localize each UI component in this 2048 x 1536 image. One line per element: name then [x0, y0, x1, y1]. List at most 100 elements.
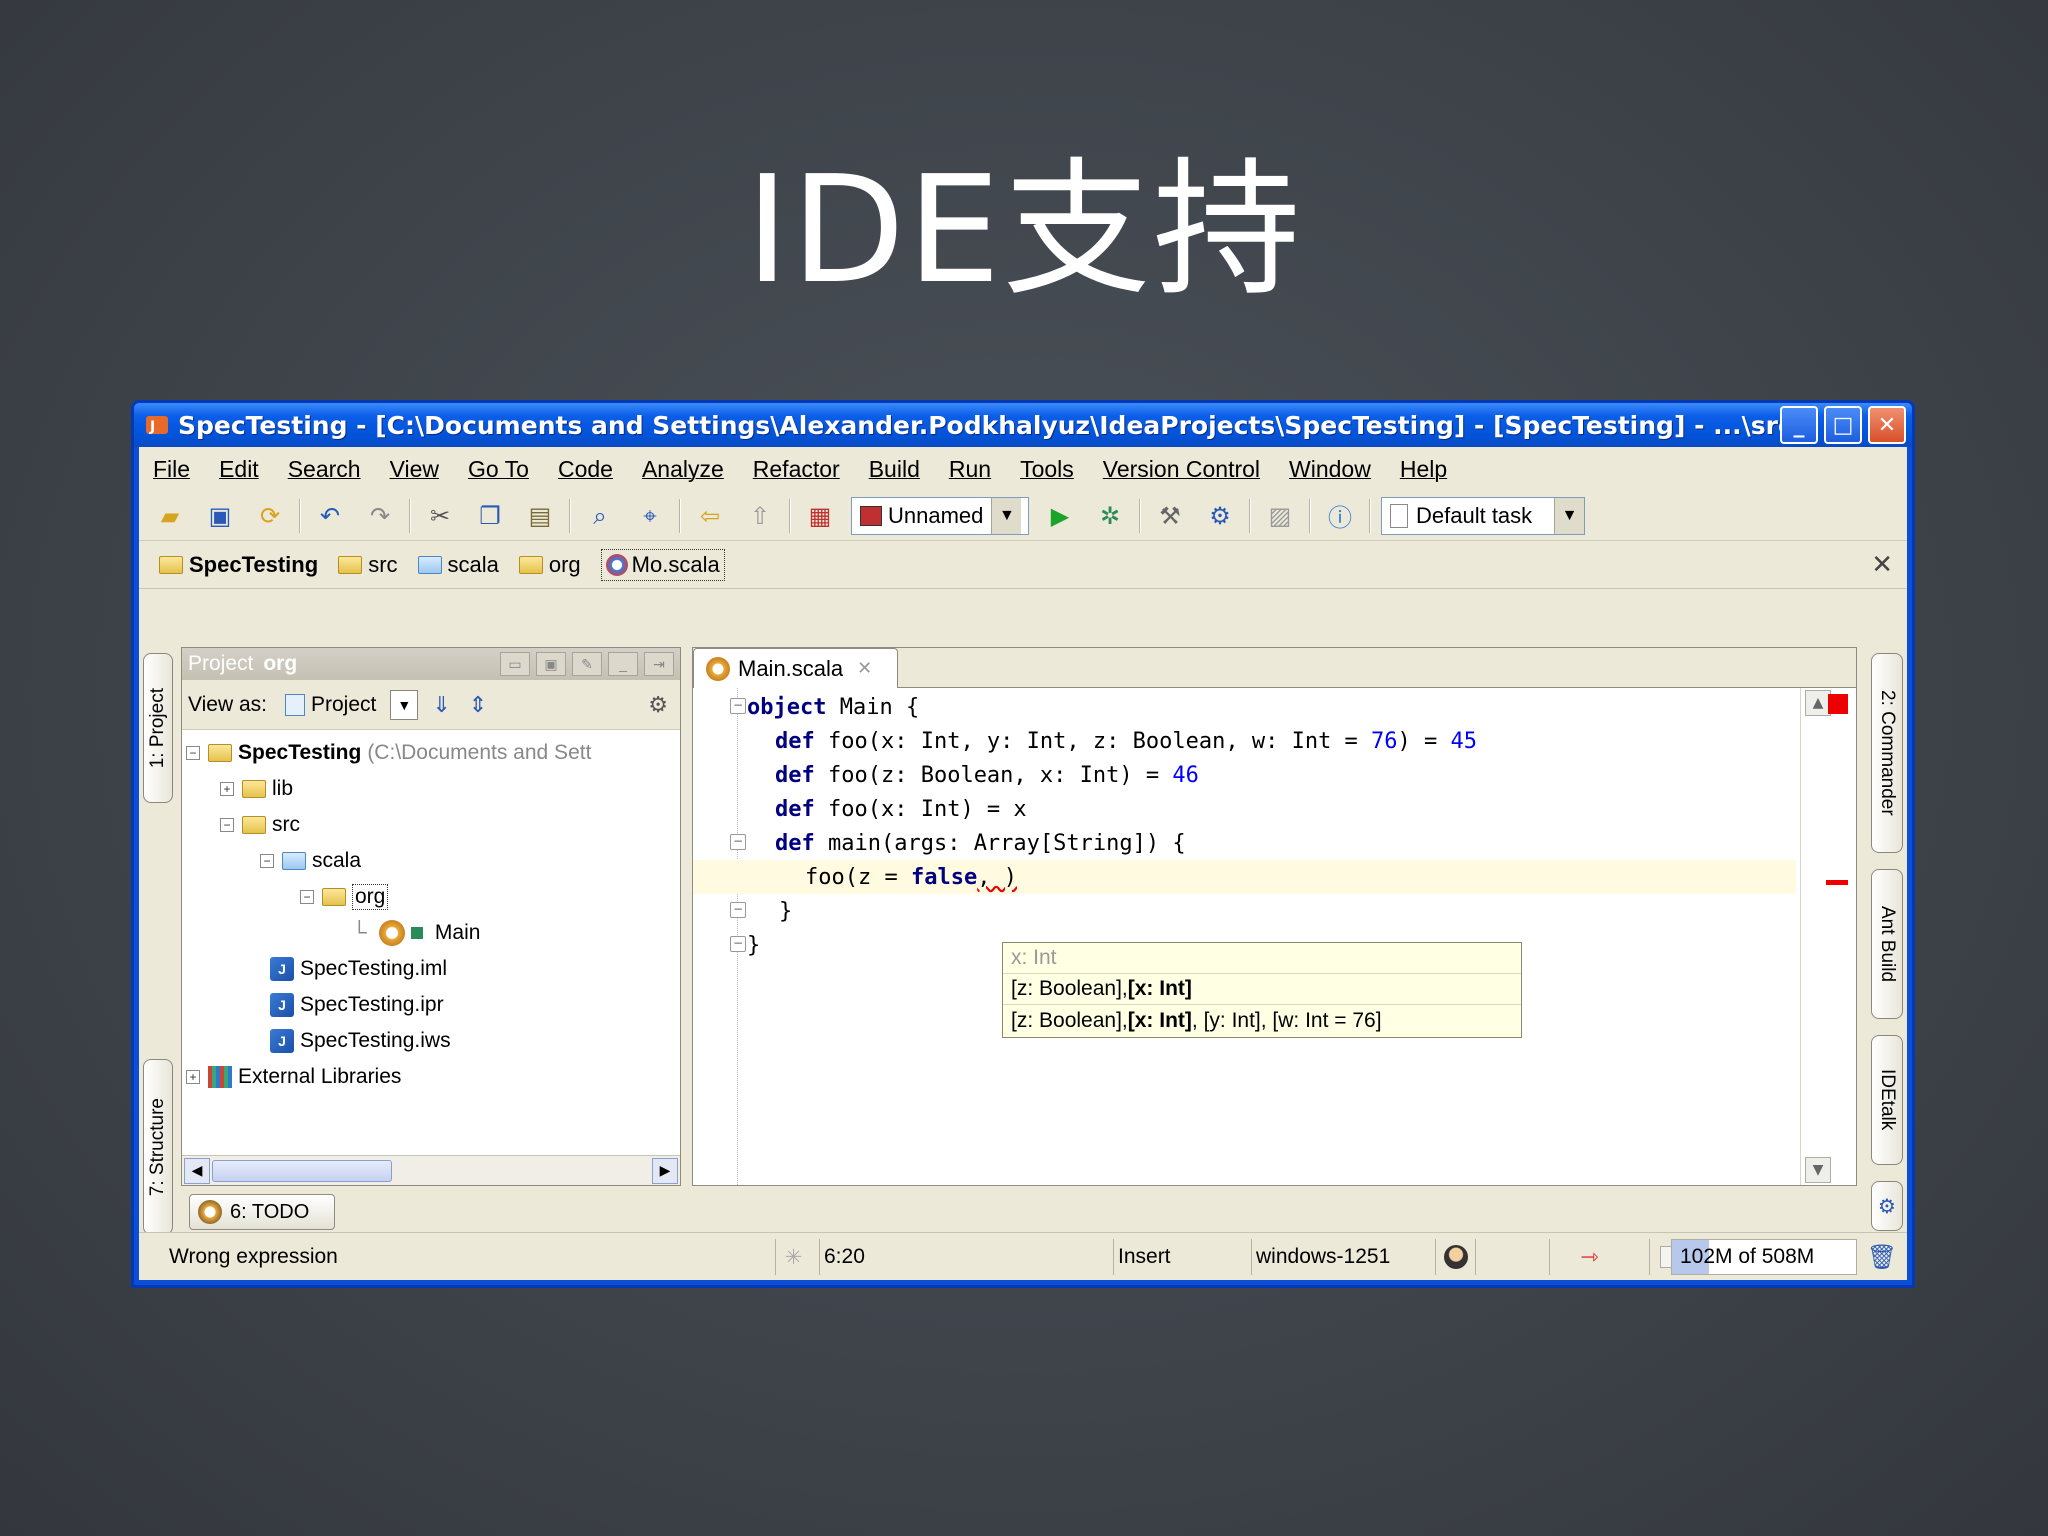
- cut-icon[interactable]: ✂: [423, 499, 457, 533]
- git-arrow-icon[interactable]: ⇾: [1549, 1239, 1625, 1275]
- fold-icon[interactable]: −: [730, 698, 746, 714]
- scroll-left-icon[interactable]: ◀: [184, 1158, 210, 1184]
- tree-item-iml[interactable]: J SpecTesting.iml: [270, 952, 447, 986]
- menu-goto[interactable]: Go To: [468, 456, 529, 483]
- tree-item-external-libraries[interactable]: + External Libraries: [186, 1060, 401, 1094]
- breadcrumb-org[interactable]: org: [518, 552, 581, 578]
- autoscroll-icon[interactable]: ⇓: [432, 692, 450, 718]
- menu-window[interactable]: Window: [1289, 456, 1371, 483]
- menu-code[interactable]: Code: [558, 456, 613, 483]
- gear-icon[interactable]: ⚙: [1871, 1181, 1903, 1231]
- title-bar[interactable]: J SpecTesting - [C:\Documents and Settin…: [134, 403, 1912, 447]
- hide-panel-icon[interactable]: ⇥: [644, 652, 674, 676]
- tree-item-iws[interactable]: J SpecTesting.iws: [270, 1024, 451, 1058]
- expand-icon[interactable]: +: [186, 1070, 200, 1084]
- breadcrumb-file[interactable]: Mo.scala: [600, 548, 725, 581]
- copy-icon[interactable]: ❐: [473, 499, 507, 533]
- save-icon[interactable]: ▣: [203, 499, 237, 533]
- replace-icon[interactable]: ⌖: [633, 499, 667, 533]
- tab-commander[interactable]: 2: Commander: [1871, 653, 1903, 853]
- float-icon[interactable]: ▣: [536, 652, 566, 676]
- close-button[interactable]: ✕: [1868, 406, 1906, 444]
- trash-icon[interactable]: 🗑: [1867, 1241, 1897, 1273]
- undo-icon[interactable]: ↶: [313, 499, 347, 533]
- error-stripe-marker[interactable]: [1826, 880, 1848, 885]
- menu-search[interactable]: Search: [288, 456, 361, 483]
- scroll-down-icon[interactable]: ▼: [1805, 1157, 1831, 1183]
- minimize-panel-icon[interactable]: _: [608, 652, 638, 676]
- tab-ant-build[interactable]: Ant Build: [1871, 869, 1903, 1019]
- close-icon[interactable]: ✕: [1871, 549, 1893, 580]
- code-area[interactable]: − object Main { def foo(x: Int, y: Int, …: [693, 688, 1796, 1185]
- menu-tools[interactable]: Tools: [1020, 456, 1074, 483]
- collapse-icon[interactable]: −: [220, 818, 234, 832]
- run-config-select[interactable]: Unnamed ▼: [851, 496, 1029, 535]
- menu-analyze[interactable]: Analyze: [642, 456, 724, 483]
- tab-structure[interactable]: 7: Structure: [143, 1059, 173, 1235]
- parameter-signature[interactable]: [z: Boolean], [x: Int]: [1003, 974, 1521, 1005]
- menu-file[interactable]: File: [153, 456, 190, 483]
- menu-version-control[interactable]: Version Control: [1103, 456, 1260, 483]
- find-icon[interactable]: ⌕: [583, 499, 617, 533]
- caret-position[interactable]: 6:20: [819, 1239, 1059, 1275]
- task-select[interactable]: Default task ▼: [1381, 496, 1585, 535]
- close-tab-icon[interactable]: ✕: [857, 658, 872, 679]
- gear-icon[interactable]: ⚙: [648, 692, 668, 718]
- help-icon[interactable]: ⓘ: [1323, 499, 1357, 533]
- collapse-icon[interactable]: −: [260, 854, 274, 868]
- insert-mode[interactable]: Insert: [1113, 1239, 1247, 1275]
- make-project-icon[interactable]: ▦: [803, 499, 837, 533]
- error-status-icon[interactable]: [1828, 694, 1848, 714]
- vertical-scrollbar[interactable]: ▲ ▼: [1800, 688, 1856, 1185]
- project-structure-icon[interactable]: ⚙: [1203, 499, 1237, 533]
- menu-build[interactable]: Build: [869, 456, 920, 483]
- scrollbar-thumb[interactable]: [212, 1160, 392, 1182]
- maximize-button[interactable]: □: [1824, 406, 1862, 444]
- collapse-icon[interactable]: −: [300, 890, 314, 904]
- back-icon[interactable]: ⇦: [693, 499, 727, 533]
- tab-idetalk[interactable]: IDEtalk: [1871, 1035, 1903, 1165]
- fold-icon[interactable]: −: [730, 902, 746, 918]
- view-as-dropdown[interactable]: ▼: [390, 689, 419, 720]
- tree-item-src[interactable]: − src: [220, 808, 300, 842]
- tree-item-main[interactable]: └ Main: [352, 916, 480, 950]
- scroll-right-icon[interactable]: ▶: [652, 1158, 678, 1184]
- collapse-icon[interactable]: −: [186, 746, 200, 760]
- inspector-icon[interactable]: [1435, 1239, 1471, 1275]
- settings-icon[interactable]: ⚒: [1153, 499, 1187, 533]
- forward-icon[interactable]: ⇧: [743, 499, 777, 533]
- restore-icon[interactable]: ▭: [500, 652, 530, 676]
- tree-item-ipr[interactable]: J SpecTesting.ipr: [270, 988, 444, 1022]
- parameter-signature[interactable]: [z: Boolean], [x: Int] , [y: Int], [w: I…: [1003, 1005, 1521, 1036]
- menu-edit[interactable]: Edit: [219, 456, 259, 483]
- run-icon[interactable]: ▶: [1043, 499, 1077, 533]
- memory-indicator[interactable]: 102M of 508M: [1671, 1239, 1857, 1275]
- breadcrumb-scala[interactable]: scala: [417, 552, 499, 578]
- open-folder-icon[interactable]: ▰: [153, 499, 187, 533]
- expand-icon[interactable]: +: [220, 782, 234, 796]
- collapse-all-icon[interactable]: ⇕: [469, 692, 487, 718]
- fold-icon[interactable]: −: [730, 936, 746, 952]
- minimize-button[interactable]: _: [1780, 406, 1818, 444]
- debug-icon[interactable]: ✲: [1093, 499, 1127, 533]
- tree-item-org[interactable]: − org: [300, 880, 389, 914]
- tree-item-lib[interactable]: + lib: [220, 772, 293, 806]
- tree-item-scala[interactable]: − scala: [260, 844, 361, 878]
- tab-project[interactable]: 1: Project: [143, 653, 173, 803]
- file-encoding[interactable]: windows-1251: [1251, 1239, 1431, 1275]
- plugin-icon[interactable]: ▨: [1263, 499, 1297, 533]
- breadcrumb-project[interactable]: SpecTesting: [159, 552, 318, 578]
- menu-help[interactable]: Help: [1400, 456, 1447, 483]
- redo-icon[interactable]: ↷: [363, 499, 397, 533]
- pin-icon[interactable]: ✎: [572, 652, 602, 676]
- breadcrumb-src[interactable]: src: [338, 552, 398, 578]
- menu-refactor[interactable]: Refactor: [753, 456, 840, 483]
- todo-tool-button[interactable]: 6: TODO: [189, 1194, 335, 1230]
- sync-icon[interactable]: ⟳: [253, 499, 287, 533]
- fold-icon[interactable]: −: [730, 834, 746, 850]
- horizontal-scrollbar[interactable]: ◀ ▶: [182, 1155, 680, 1185]
- menu-view[interactable]: View: [390, 456, 439, 483]
- paste-icon[interactable]: ▤: [523, 499, 557, 533]
- menu-run[interactable]: Run: [949, 456, 991, 483]
- tree-item-project-root[interactable]: − SpecTesting (C:\Documents and Sett: [186, 736, 591, 770]
